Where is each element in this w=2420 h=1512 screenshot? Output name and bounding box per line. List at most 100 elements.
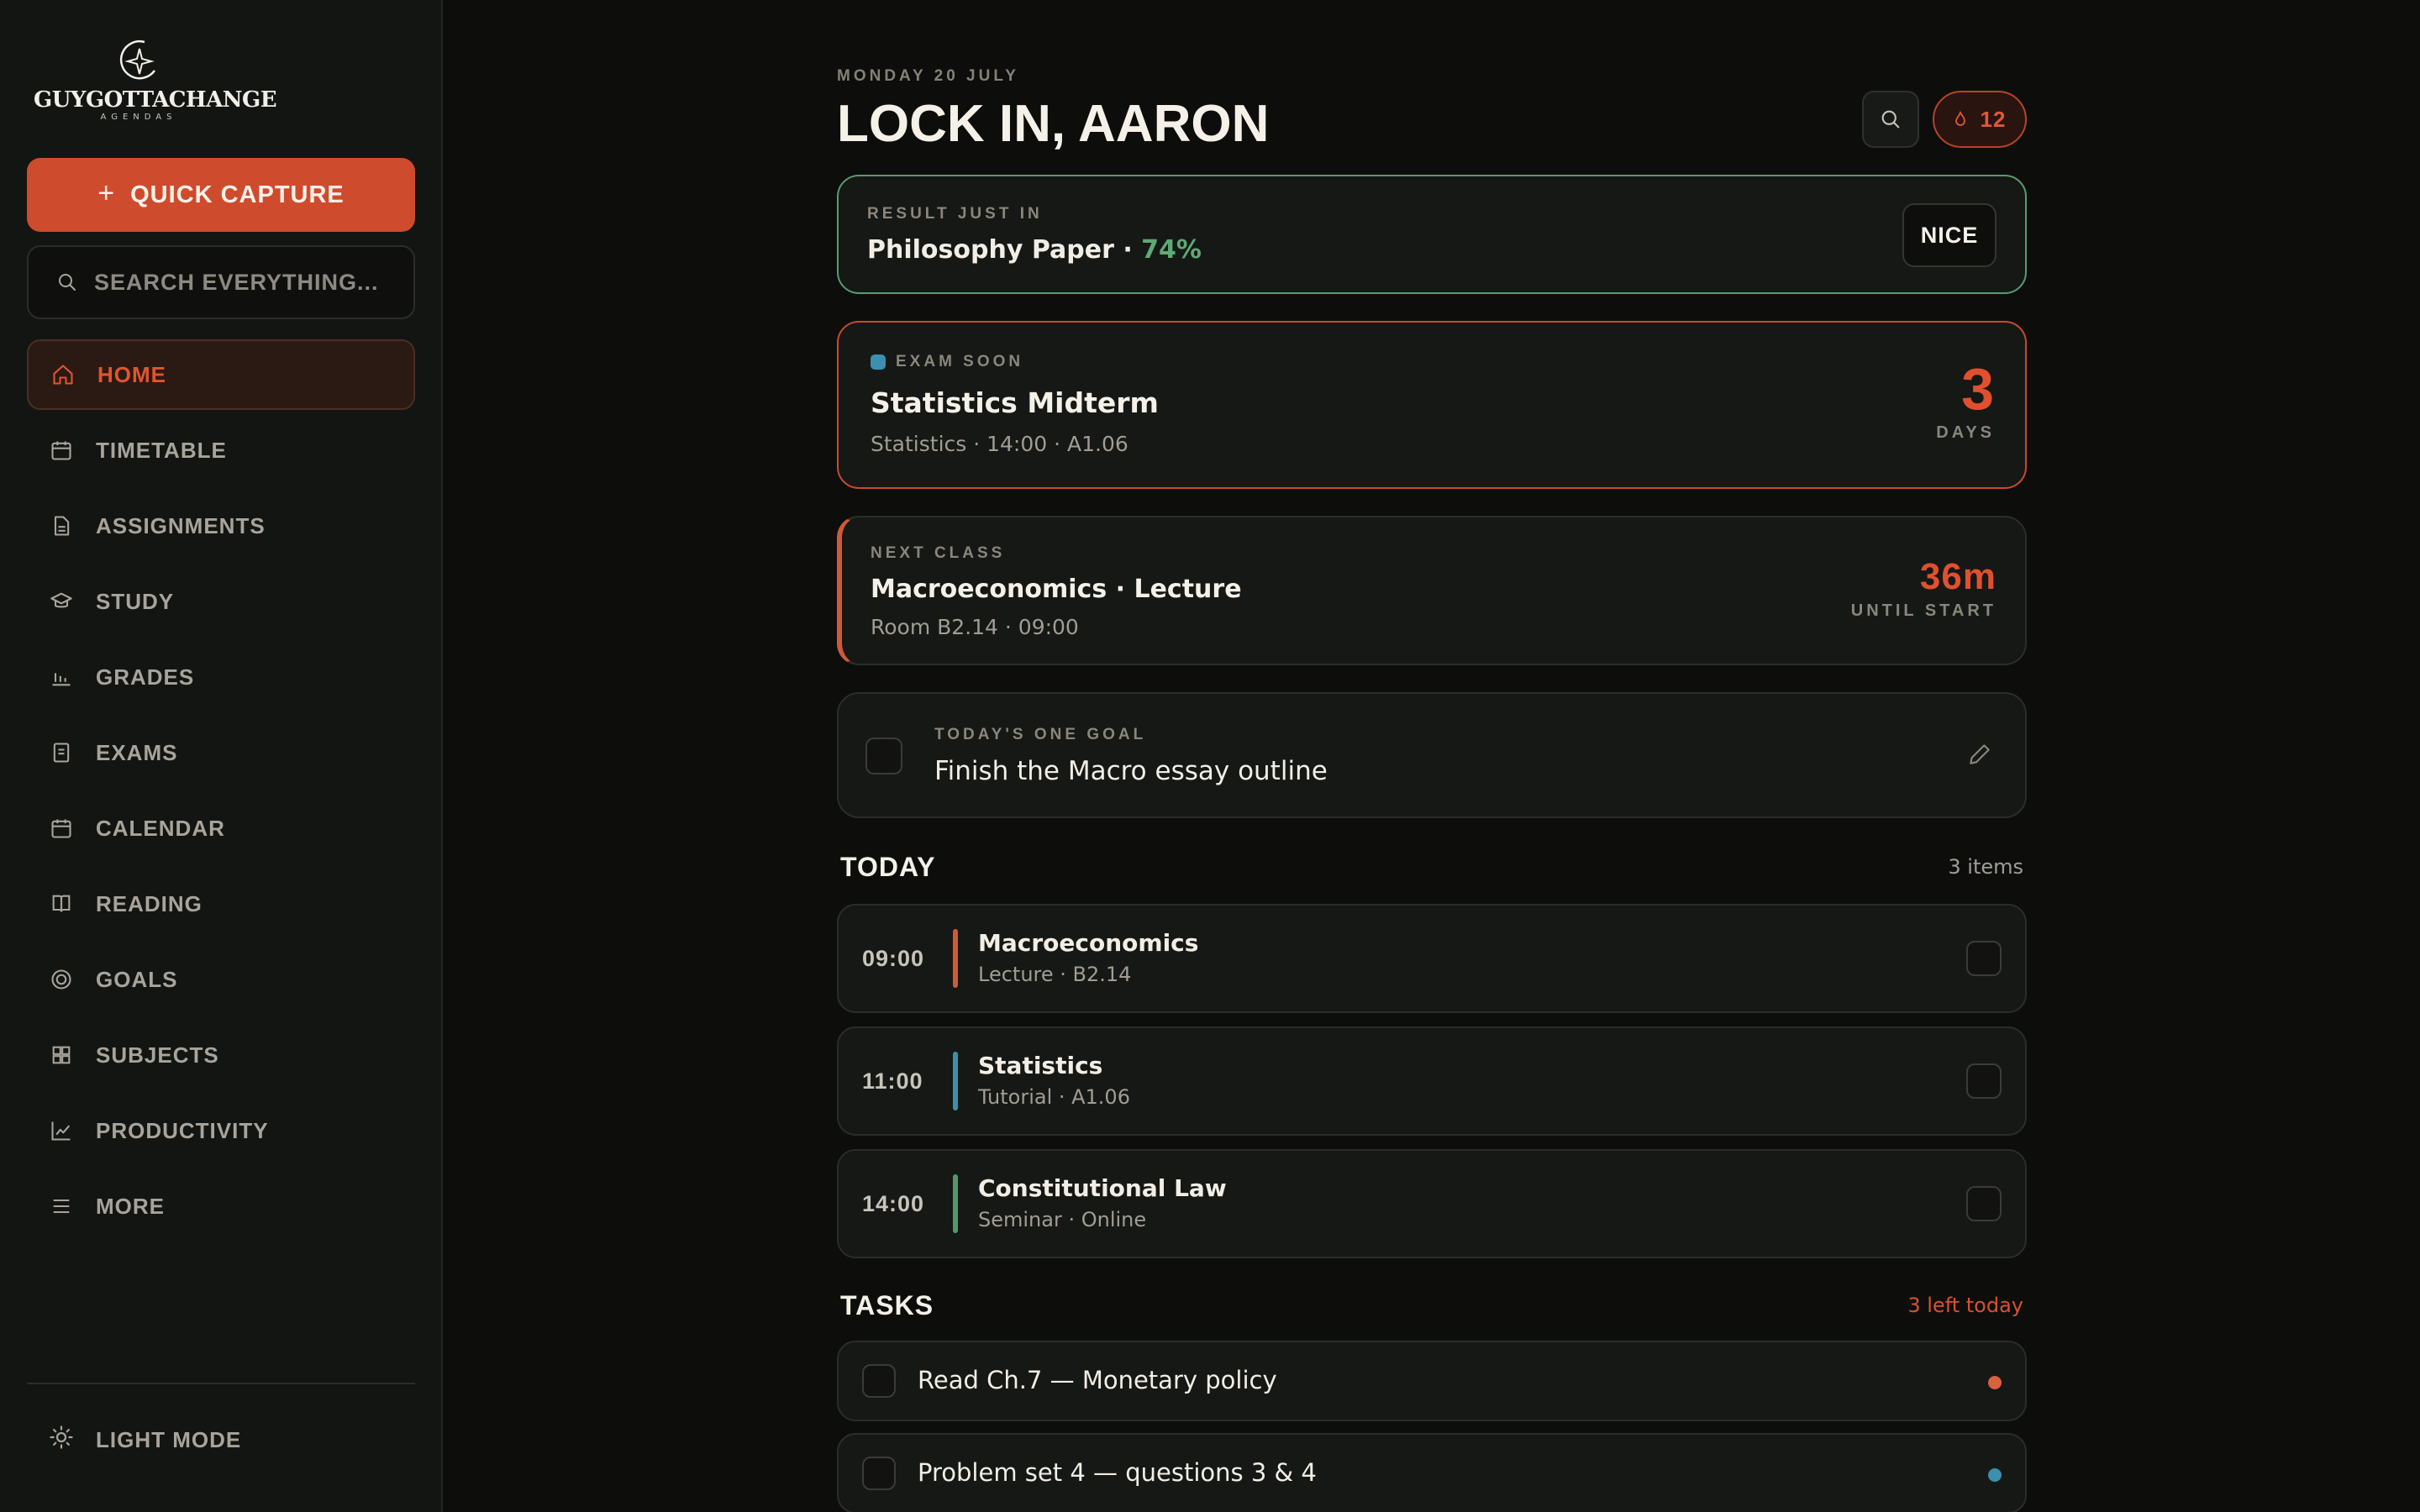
calendar-icon bbox=[49, 438, 74, 463]
sidebar-item-calendar[interactable]: CALENDAR bbox=[27, 793, 415, 864]
sidebar-item-home[interactable]: HOME bbox=[27, 339, 415, 410]
next-class-card[interactable]: NEXT CLASS Macroeconomics · Lecture Room… bbox=[837, 516, 2027, 665]
sidebar-item-label: GRADES bbox=[96, 664, 195, 690]
sidebar-item-timetable[interactable]: TIMETABLE bbox=[27, 415, 415, 486]
task-title: Problem set 4 — questions 3 & 4 bbox=[918, 1458, 1317, 1487]
sidebar-item-subjects[interactable]: SUBJECTS bbox=[27, 1020, 415, 1090]
subject-color-bar bbox=[953, 1174, 958, 1233]
tasks-count: 3 left today bbox=[1907, 1294, 2023, 1317]
schedule-checkbox[interactable] bbox=[1966, 1063, 2002, 1099]
sidebar-item-label: EXAMS bbox=[96, 739, 178, 765]
schedule-time: 14:00 bbox=[862, 1191, 925, 1216]
result-card: RESULT JUST IN Philosophy Paper · 74% NI… bbox=[837, 175, 2027, 294]
schedule-title: Macroeconomics bbox=[978, 929, 1199, 957]
brand-sub: AGENDAS bbox=[100, 113, 177, 122]
today-heading: TODAY bbox=[840, 852, 936, 882]
schedule-row[interactable]: 11:00 Statistics Tutorial · A1.06 bbox=[837, 1026, 2027, 1136]
graduation-cap-icon bbox=[49, 589, 74, 614]
goal-label: TODAY'S ONE GOAL bbox=[934, 726, 1147, 743]
exam-meta: Statistics · 14:00 · A1.06 bbox=[871, 432, 1128, 456]
search-icon bbox=[1881, 110, 1900, 129]
exam-card[interactable]: EXAM SOON Statistics Midterm Statistics … bbox=[837, 321, 2027, 489]
goal-title: Finish the Macro essay outline bbox=[934, 756, 1328, 786]
sidebar-item-label: HOME bbox=[97, 361, 166, 387]
streak-badge[interactable]: 12 bbox=[1933, 91, 2027, 148]
sidebar-item-goals[interactable]: GOALS bbox=[27, 944, 415, 1015]
result-subject: Philosophy Paper bbox=[867, 235, 1114, 265]
subject-color-bar bbox=[953, 1052, 958, 1110]
schedule-checkbox[interactable] bbox=[1966, 1186, 2002, 1221]
result-score: 74% bbox=[1141, 235, 1202, 265]
sidebar: GUYGOTTACHANGE AGENDAS + QUICK CAPTURE S… bbox=[0, 0, 443, 1512]
sidebar-nav: HOME TIMETABLE ASSIGNMENTS STUDY GRADES bbox=[27, 339, 415, 1247]
priority-dot bbox=[1988, 1468, 2002, 1482]
quick-capture-label: QUICK CAPTURE bbox=[130, 181, 345, 208]
target-icon bbox=[49, 967, 74, 992]
brand-name: GUYGOTTACHANGE bbox=[34, 87, 277, 113]
home-icon bbox=[50, 362, 76, 387]
schedule-row[interactable]: 09:00 Macroeconomics Lecture · B2.14 bbox=[837, 904, 2027, 1013]
task-checkbox[interactable] bbox=[862, 1457, 896, 1490]
schedule-checkbox[interactable] bbox=[1966, 941, 2002, 976]
schedule-time: 09:00 bbox=[862, 946, 925, 971]
quick-capture-button[interactable]: + QUICK CAPTURE bbox=[27, 158, 415, 232]
nice-button[interactable]: NICE bbox=[1902, 203, 1996, 267]
sidebar-item-reading[interactable]: READING bbox=[27, 869, 415, 939]
light-mode-toggle[interactable]: LIGHT MODE bbox=[27, 1404, 415, 1475]
exam-label: EXAM SOON bbox=[896, 353, 1024, 370]
schedule-meta: Seminar · Online bbox=[978, 1208, 1147, 1231]
exam-countdown: 3 bbox=[1961, 356, 1995, 422]
search-button[interactable] bbox=[1862, 91, 1919, 148]
sidebar-item-label: CALENDAR bbox=[96, 815, 225, 841]
today-count: 3 items bbox=[1948, 855, 2023, 879]
page-title: LOCK IN, AARON bbox=[837, 95, 1270, 153]
task-item[interactable]: Read Ch.7 — Monetary policy bbox=[837, 1341, 2027, 1421]
sidebar-item-label: GOALS bbox=[96, 966, 178, 992]
calendar-icon bbox=[49, 816, 74, 841]
sidebar-item-label: ASSIGNMENTS bbox=[96, 512, 266, 538]
sidebar-item-more[interactable]: MORE bbox=[27, 1171, 415, 1242]
schedule-row[interactable]: 14:00 Constitutional Law Seminar · Onlin… bbox=[837, 1149, 2027, 1258]
pencil-icon[interactable] bbox=[1966, 741, 1993, 768]
page-date: MONDAY 20 JULY bbox=[837, 67, 1019, 85]
schedule-meta: Lecture · B2.14 bbox=[978, 963, 1132, 986]
result-separator: · bbox=[1113, 235, 1142, 265]
goal-checkbox[interactable] bbox=[865, 738, 902, 774]
logo-mark-icon bbox=[119, 40, 156, 80]
search-placeholder: SEARCH EVERYTHING... bbox=[94, 269, 379, 295]
sidebar-item-study[interactable]: STUDY bbox=[27, 566, 415, 637]
brand-logo[interactable]: GUYGOTTACHANGE AGENDAS bbox=[34, 37, 277, 124]
next-class-countdown: 36m bbox=[1919, 556, 1996, 597]
sidebar-item-label: MORE bbox=[96, 1193, 165, 1219]
task-title: Read Ch.7 — Monetary policy bbox=[918, 1366, 1277, 1394]
sidebar-item-assignments[interactable]: ASSIGNMENTS bbox=[27, 491, 415, 561]
schedule-title: Constitutional Law bbox=[978, 1174, 1227, 1202]
result-title: Philosophy Paper · 74% bbox=[867, 235, 1202, 265]
daily-goal-card: TODAY'S ONE GOAL Finish the Macro essay … bbox=[837, 692, 2027, 818]
menu-icon bbox=[49, 1194, 74, 1219]
priority-dot bbox=[1988, 1376, 2002, 1389]
task-checkbox[interactable] bbox=[862, 1364, 896, 1398]
sidebar-divider bbox=[27, 1383, 415, 1384]
subject-color-bar bbox=[953, 929, 958, 988]
sidebar-item-label: READING bbox=[96, 890, 203, 916]
sidebar-item-grades[interactable]: GRADES bbox=[27, 642, 415, 712]
result-label: RESULT JUST IN bbox=[867, 205, 1043, 223]
next-class-meta: Room B2.14 · 09:00 bbox=[871, 615, 1079, 639]
task-item[interactable]: Problem set 4 — questions 3 & 4 bbox=[837, 1433, 2027, 1512]
line-chart-icon bbox=[49, 1118, 74, 1143]
schedule-title: Statistics bbox=[978, 1052, 1103, 1079]
search-input[interactable]: SEARCH EVERYTHING... bbox=[27, 245, 415, 319]
sidebar-item-productivity[interactable]: PRODUCTIVITY bbox=[27, 1095, 415, 1166]
sidebar-item-label: STUDY bbox=[96, 588, 175, 614]
sidebar-item-label: TIMETABLE bbox=[96, 437, 227, 463]
bar-chart-icon bbox=[49, 664, 74, 690]
grid-icon bbox=[49, 1042, 74, 1068]
exam-countdown-unit: DAYS bbox=[1936, 423, 1995, 442]
next-class-title: Macroeconomics · Lecture bbox=[871, 575, 1242, 604]
document-icon bbox=[49, 513, 74, 538]
tasks-heading: TASKS bbox=[840, 1290, 934, 1320]
sidebar-item-exams[interactable]: EXAMS bbox=[27, 717, 415, 788]
schedule-meta: Tutorial · A1.06 bbox=[978, 1085, 1130, 1109]
sun-icon bbox=[49, 1425, 74, 1456]
